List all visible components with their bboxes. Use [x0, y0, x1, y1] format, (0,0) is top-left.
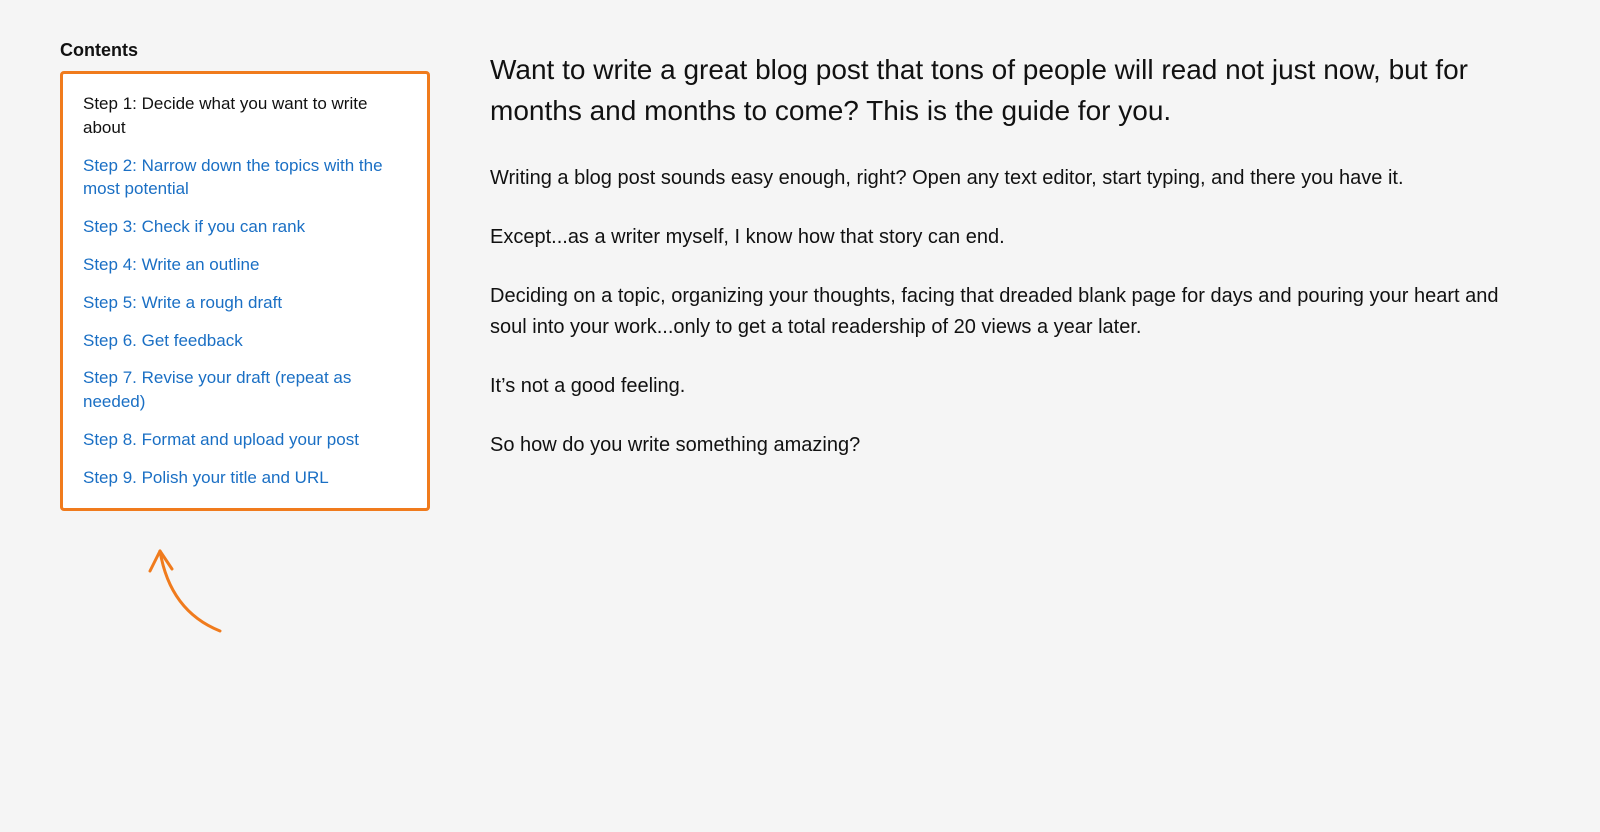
toc-item[interactable]: Step 3: Check if you can rank	[83, 215, 407, 239]
toc-item[interactable]: Step 7. Revise your draft (repeat as nee…	[83, 366, 407, 414]
toc-item[interactable]: Step 9. Polish your title and URL	[83, 466, 407, 490]
toc-item: Step 1: Decide what you want to write ab…	[83, 92, 407, 140]
body-paragraphs: Writing a blog post sounds easy enough, …	[490, 163, 1540, 461]
toc-item[interactable]: Step 8. Format and upload your post	[83, 428, 407, 452]
body-paragraph-2: Deciding on a topic, organizing your tho…	[490, 281, 1540, 343]
toc-link-step7[interactable]: Step 7. Revise your draft (repeat as nee…	[83, 368, 351, 411]
body-paragraph-0: Writing a blog post sounds easy enough, …	[490, 163, 1540, 194]
curved-arrow-icon	[140, 521, 260, 641]
toc-box: Step 1: Decide what you want to write ab…	[60, 71, 430, 511]
body-paragraph-4: So how do you write something amazing?	[490, 430, 1540, 461]
sidebar: Contents Step 1: Decide what you want to…	[60, 40, 430, 641]
contents-label: Contents	[60, 40, 138, 61]
toc-link-step4[interactable]: Step 4: Write an outline	[83, 255, 259, 274]
toc-link-step2[interactable]: Step 2: Narrow down the topics with the …	[83, 156, 383, 199]
toc-item[interactable]: Step 6. Get feedback	[83, 329, 407, 353]
toc-text-step1: Step 1: Decide what you want to write ab…	[83, 94, 367, 137]
toc-link-step5[interactable]: Step 5: Write a rough draft	[83, 293, 282, 312]
body-paragraph-1: Except...as a writer myself, I know how …	[490, 222, 1540, 253]
toc-link-step9[interactable]: Step 9. Polish your title and URL	[83, 468, 329, 487]
body-paragraph-3: It’s not a good feeling.	[490, 371, 1540, 402]
toc-item[interactable]: Step 2: Narrow down the topics with the …	[83, 154, 407, 202]
toc-link-step8[interactable]: Step 8. Format and upload your post	[83, 430, 359, 449]
toc-item[interactable]: Step 5: Write a rough draft	[83, 291, 407, 315]
toc-item[interactable]: Step 4: Write an outline	[83, 253, 407, 277]
main-content: Want to write a great blog post that ton…	[490, 40, 1540, 641]
toc-link-step6[interactable]: Step 6. Get feedback	[83, 331, 243, 350]
page-container: Contents Step 1: Decide what you want to…	[60, 40, 1540, 641]
toc-link-step3[interactable]: Step 3: Check if you can rank	[83, 217, 305, 236]
intro-paragraph: Want to write a great blog post that ton…	[490, 50, 1540, 131]
arrow-container	[140, 521, 260, 641]
